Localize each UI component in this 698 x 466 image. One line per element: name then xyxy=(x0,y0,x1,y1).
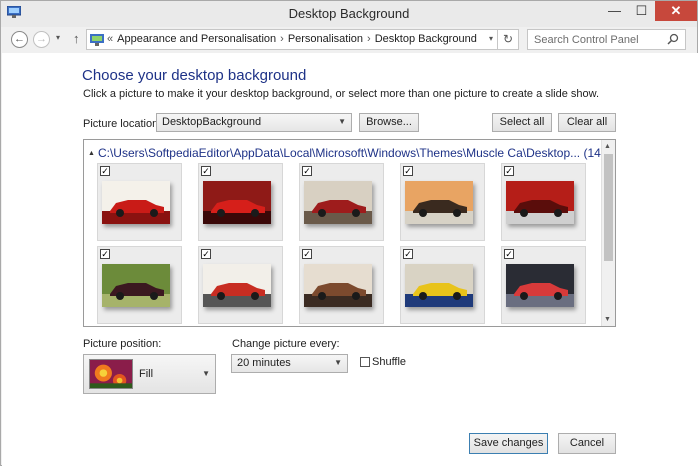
car-photo-image xyxy=(405,264,473,307)
car-photo-image xyxy=(506,181,574,224)
car-photo-image xyxy=(203,181,271,224)
select-all-button[interactable]: Select all xyxy=(492,113,552,132)
close-button[interactable]: ✕ xyxy=(655,1,697,21)
breadcrumb-separator[interactable]: › xyxy=(280,33,284,45)
maximize-button[interactable]: ☐ xyxy=(628,1,655,21)
page-instructions: Click a picture to make it your desktop … xyxy=(83,88,600,100)
control-panel-icon xyxy=(90,34,104,46)
wallpaper-thumbnail[interactable]: ✓ xyxy=(198,246,283,324)
picture-position-select[interactable]: Fill ▼ xyxy=(83,354,216,394)
picture-position-label: Picture position: xyxy=(83,338,162,350)
picture-location-value: DesktopBackground xyxy=(162,116,262,128)
wallpaper-thumbnail[interactable]: ✓ xyxy=(299,163,384,241)
scroll-down-icon[interactable]: ▼ xyxy=(604,316,611,323)
thumbnail-checkbox[interactable]: ✓ xyxy=(403,166,413,176)
change-interval-value: 20 minutes xyxy=(237,357,291,369)
wallpaper-thumbnail[interactable]: ✓ xyxy=(97,163,182,241)
search-icon[interactable] xyxy=(667,33,679,45)
address-bar[interactable]: « Appearance and Personalisation › Personal… xyxy=(86,29,498,50)
change-interval-select[interactable]: 20 minutes ▼ xyxy=(231,354,348,373)
thumbnail-checkbox[interactable]: ✓ xyxy=(504,249,514,259)
car-photo-image xyxy=(304,181,372,224)
refresh-button[interactable]: ↻ xyxy=(498,29,519,50)
thumbnail-checkbox[interactable]: ✓ xyxy=(100,249,110,259)
thumbnail-checkbox[interactable]: ✓ xyxy=(201,166,211,176)
fill-preview-image xyxy=(89,359,133,389)
desktop-background-window: Desktop Background — ☐ ✕ ← → ▾ ↑ « Appear… xyxy=(0,0,698,466)
folder-path: C:\Users\SoftpediaEditor\AppData\Local\M… xyxy=(97,146,605,160)
page-title: Choose your desktop background xyxy=(82,67,307,84)
search-input[interactable] xyxy=(528,30,658,49)
window-title: Desktop Background xyxy=(288,6,410,21)
thumbnail-checkbox[interactable]: ✓ xyxy=(403,249,413,259)
browse-button[interactable]: Browse... xyxy=(359,113,419,132)
thumbnail-checkbox[interactable]: ✓ xyxy=(100,166,110,176)
shuffle-checkbox[interactable]: Shuffle xyxy=(360,356,406,368)
collapse-icon[interactable]: ▲ xyxy=(88,150,95,157)
wallpaper-thumbnail[interactable]: ✓ xyxy=(501,246,586,324)
breadcrumb-overflow[interactable]: « xyxy=(107,33,113,45)
thumbnail-checkbox[interactable]: ✓ xyxy=(302,249,312,259)
scroll-up-icon[interactable]: ▲ xyxy=(604,143,611,150)
wallpaper-thumbnail[interactable]: ✓ xyxy=(198,163,283,241)
clear-all-button[interactable]: Clear all xyxy=(558,113,616,132)
forward-button[interactable]: → xyxy=(33,31,50,48)
breadcrumb-item-desktop-background[interactable]: Desktop Background xyxy=(375,33,477,45)
breadcrumb-item-appearance[interactable]: Appearance and Personalisation xyxy=(117,33,276,45)
picture-location-select[interactable]: DesktopBackground ▼ xyxy=(156,113,352,132)
search-box[interactable] xyxy=(527,29,686,50)
chevron-down-icon: ▼ xyxy=(202,369,210,378)
chevron-down-icon: ▼ xyxy=(334,358,342,367)
car-photo-image xyxy=(102,181,170,224)
change-picture-label: Change picture every: xyxy=(232,338,340,350)
navigation-bar: ← → ▾ ↑ « Appearance and Personalisation ›… xyxy=(1,27,697,53)
back-button[interactable]: ← xyxy=(11,31,28,48)
main-content: Choose your desktop background Click a p… xyxy=(2,53,698,466)
wallpaper-thumbnail[interactable]: ✓ xyxy=(299,246,384,324)
vertical-scrollbar[interactable]: ▲ ▼ xyxy=(601,140,615,326)
car-photo-image xyxy=(102,264,170,307)
up-button[interactable]: ↑ xyxy=(73,31,80,46)
wallpaper-thumbnail[interactable]: ✓ xyxy=(400,163,485,241)
save-changes-button[interactable]: Save changes xyxy=(469,433,548,454)
thumbnail-checkbox[interactable]: ✓ xyxy=(504,166,514,176)
breadcrumb: « Appearance and Personalisation › Personal… xyxy=(107,33,481,45)
picture-gallery: ▲ C:\Users\SoftpediaEditor\AppData\Local\… xyxy=(83,139,616,327)
cancel-button[interactable]: Cancel xyxy=(558,433,616,454)
car-photo-image xyxy=(405,181,473,224)
scrollbar-thumb[interactable] xyxy=(604,154,613,261)
address-dropdown-icon[interactable]: ▾ xyxy=(489,34,493,43)
breadcrumb-separator[interactable]: › xyxy=(367,33,371,45)
picture-position-value: Fill xyxy=(139,368,154,380)
title-bar[interactable]: Desktop Background — ☐ ✕ xyxy=(1,1,697,27)
wallpaper-thumbnail[interactable]: ✓ xyxy=(400,246,485,324)
minimize-button[interactable]: — xyxy=(601,1,628,21)
shuffle-label: Shuffle xyxy=(372,356,407,369)
thumbnail-checkbox[interactable]: ✓ xyxy=(302,166,312,176)
wallpaper-thumbnail[interactable]: ✓ xyxy=(501,163,586,241)
car-photo-image xyxy=(203,264,271,307)
chevron-down-icon: ▼ xyxy=(338,117,346,126)
picture-location-label: Picture location: xyxy=(83,118,162,130)
wallpaper-thumbnail[interactable]: ✓ xyxy=(97,246,182,324)
folder-group-header[interactable]: ▲ C:\Users\SoftpediaEditor\AppData\Local\… xyxy=(88,146,605,160)
breadcrumb-item-personalisation[interactable]: Personalisation xyxy=(288,33,363,45)
car-photo-image xyxy=(506,264,574,307)
car-photo-image xyxy=(304,264,372,307)
recent-locations-dropdown[interactable]: ▾ xyxy=(56,33,60,42)
checkbox-icon[interactable] xyxy=(360,357,370,368)
thumbnail-checkbox[interactable]: ✓ xyxy=(201,249,211,259)
